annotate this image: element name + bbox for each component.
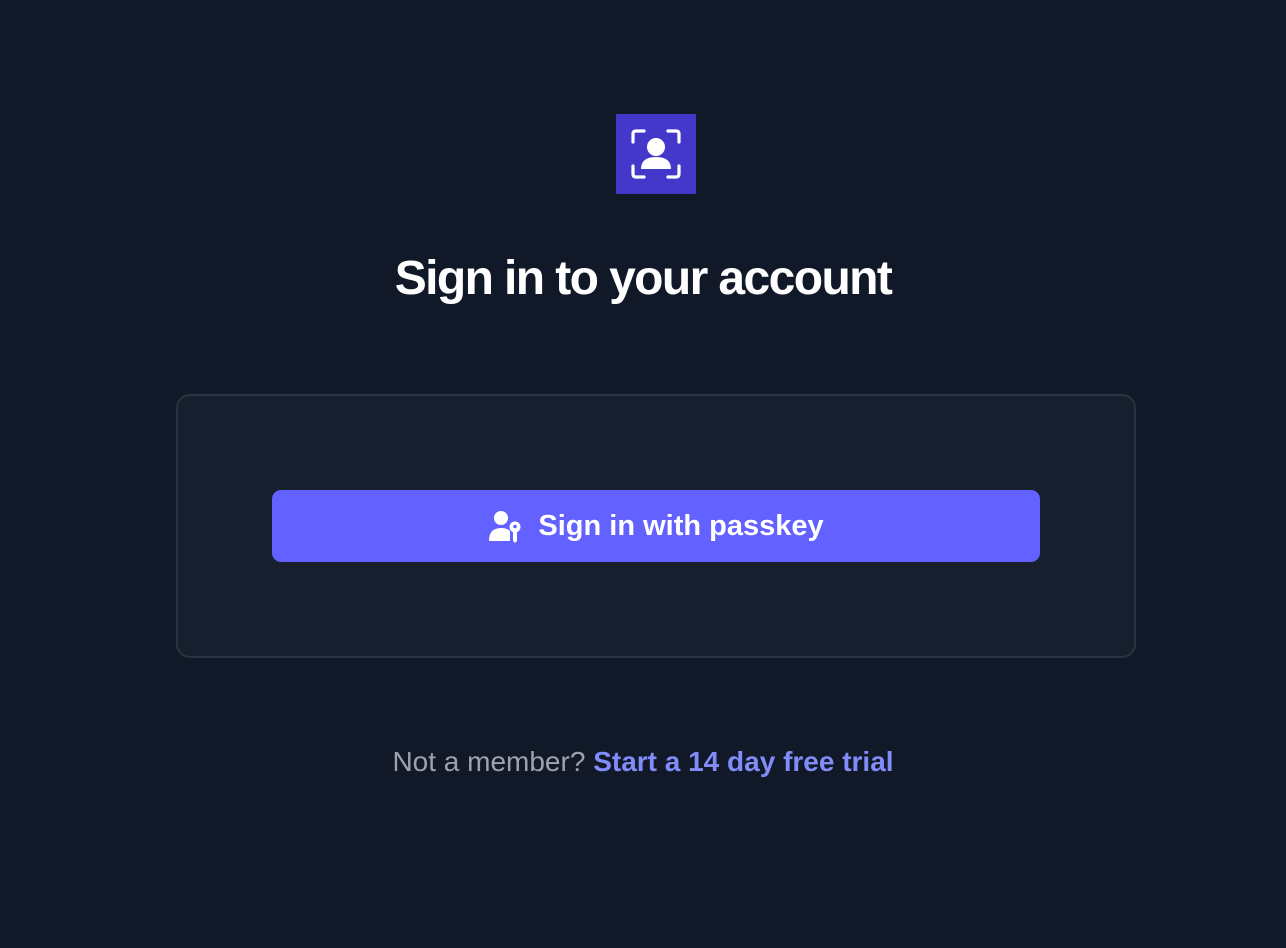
signup-prompt: Not a member? Start a 14 day free trial: [0, 742, 1286, 782]
sign-in-card: Sign in with passkey: [176, 394, 1136, 658]
free-trial-link[interactable]: Start a 14 day free trial: [593, 746, 893, 777]
sign-in-page: Sign in to your account Sign in with pas…: [0, 0, 1286, 948]
user-scan-icon: [631, 129, 681, 179]
signup-prompt-text: Not a member?: [392, 746, 586, 777]
passkey-sign-in-button[interactable]: Sign in with passkey: [272, 490, 1040, 562]
app-logo: [616, 114, 696, 194]
user-key-icon: [488, 509, 522, 543]
passkey-button-label: Sign in with passkey: [538, 509, 824, 542]
page-title: Sign in to your account: [394, 252, 893, 305]
